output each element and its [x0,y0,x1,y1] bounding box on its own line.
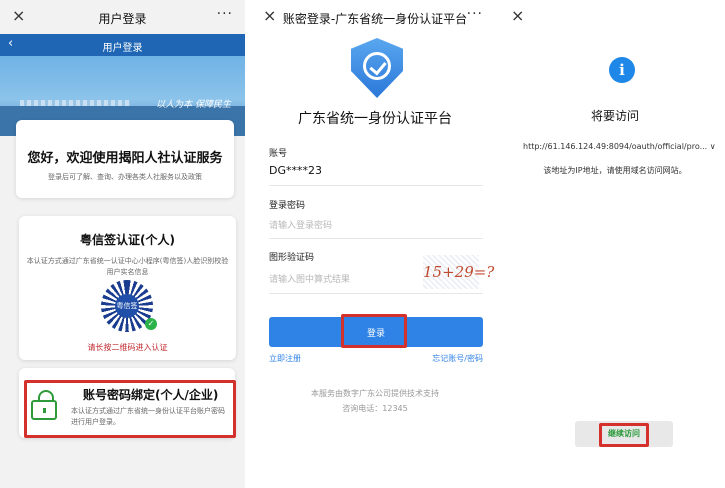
welcome-card: 您好，欢迎使用揭阳人社认证服务 登录后可了解、查询、办理各类人社服务以及政策 [16,120,234,198]
banner-slogan: 以人为本 保障民生 [156,100,231,110]
wechat-badge-icon: ✓ [145,318,157,330]
qr-logo: 粤信签 [115,294,139,318]
info-icon: i [609,57,635,83]
welcome-title: 您好，欢迎使用揭阳人社认证服务 [27,151,223,166]
highlight-box [341,314,407,348]
nav-bar: ‹ 用户登录 [0,34,245,56]
account-label: 账号 [269,149,288,159]
more-icon[interactable]: ··· [467,6,483,22]
password-input[interactable]: 请输入登录密码 [269,218,332,231]
wechat-title: 用户登录 [98,12,147,26]
panel-password-login: × 账密登录-广东省统一身份认证平台 ··· 广东省统一身份认证平台 账号 DG… [255,0,495,488]
panel-user-login: × 用户登录 ··· ‹ 用户登录 以人为本 保障民生 您好，欢迎使用揭阳人社认… [0,0,245,488]
wechat-title: 账密登录-广东省统一身份认证平台 [282,12,468,26]
footer-support: 本服务由数字广东公司提供技术支持 [311,389,439,398]
target-url[interactable]: http://61.146.124.49:8094/oauth/official… [523,142,725,151]
divider [269,293,483,294]
platform-title: 广东省统一身份认证平台 [298,111,452,127]
footer-phone: 咨询电话：12345 [342,404,408,413]
check-mark [363,52,391,80]
yuexinqian-auth-card[interactable]: 粤信签认证(个人) 本认证方式通过广东省统一认证中心小程序(粤信签)人脸识别校验… [19,216,236,360]
wechat-top-bar: × 用户登录 ··· [0,0,245,34]
more-icon[interactable]: ··· [217,6,233,22]
account-field[interactable]: DG****23 [269,164,322,177]
forgot-password-link[interactable]: 忘记账号/密码 [432,353,483,364]
captcha-label: 图形验证码 [269,253,315,263]
register-link[interactable]: 立即注册 [269,353,301,364]
highlight-box [24,380,236,438]
captcha-input[interactable]: 请输入图中算式结果 [269,272,350,285]
divider [269,238,483,239]
divider [269,185,483,186]
password-label: 登录密码 [269,201,306,211]
panel-visit-warning: × i 将要访问 http://61.146.124.49:8094/oauth… [505,0,725,488]
highlight-box [599,423,649,447]
warning-title: 将要访问 [590,109,639,123]
welcome-subtitle: 登录后可了解、查询、办理各类人社服务以及政策 [48,173,202,181]
captcha-image[interactable]: 15+29=? [423,255,494,289]
close-icon[interactable]: × [511,6,524,26]
nav-title: 用户登录 [102,43,143,54]
qr-hint: 请长按二维码进入认证 [87,343,168,352]
ip-address-note: 该地址为IP地址，请使用域名访问网站。 [543,166,687,175]
shield-check-icon [351,38,403,98]
yuexinqian-title: 粤信签认证(个人) [80,233,175,247]
qr-code[interactable]: 粤信签 ✓ [101,280,157,332]
yuexinqian-description: 本认证方式通过广东省统一认证中心小程序(粤信签)人脸识别校验用户实名信息 [26,257,229,276]
